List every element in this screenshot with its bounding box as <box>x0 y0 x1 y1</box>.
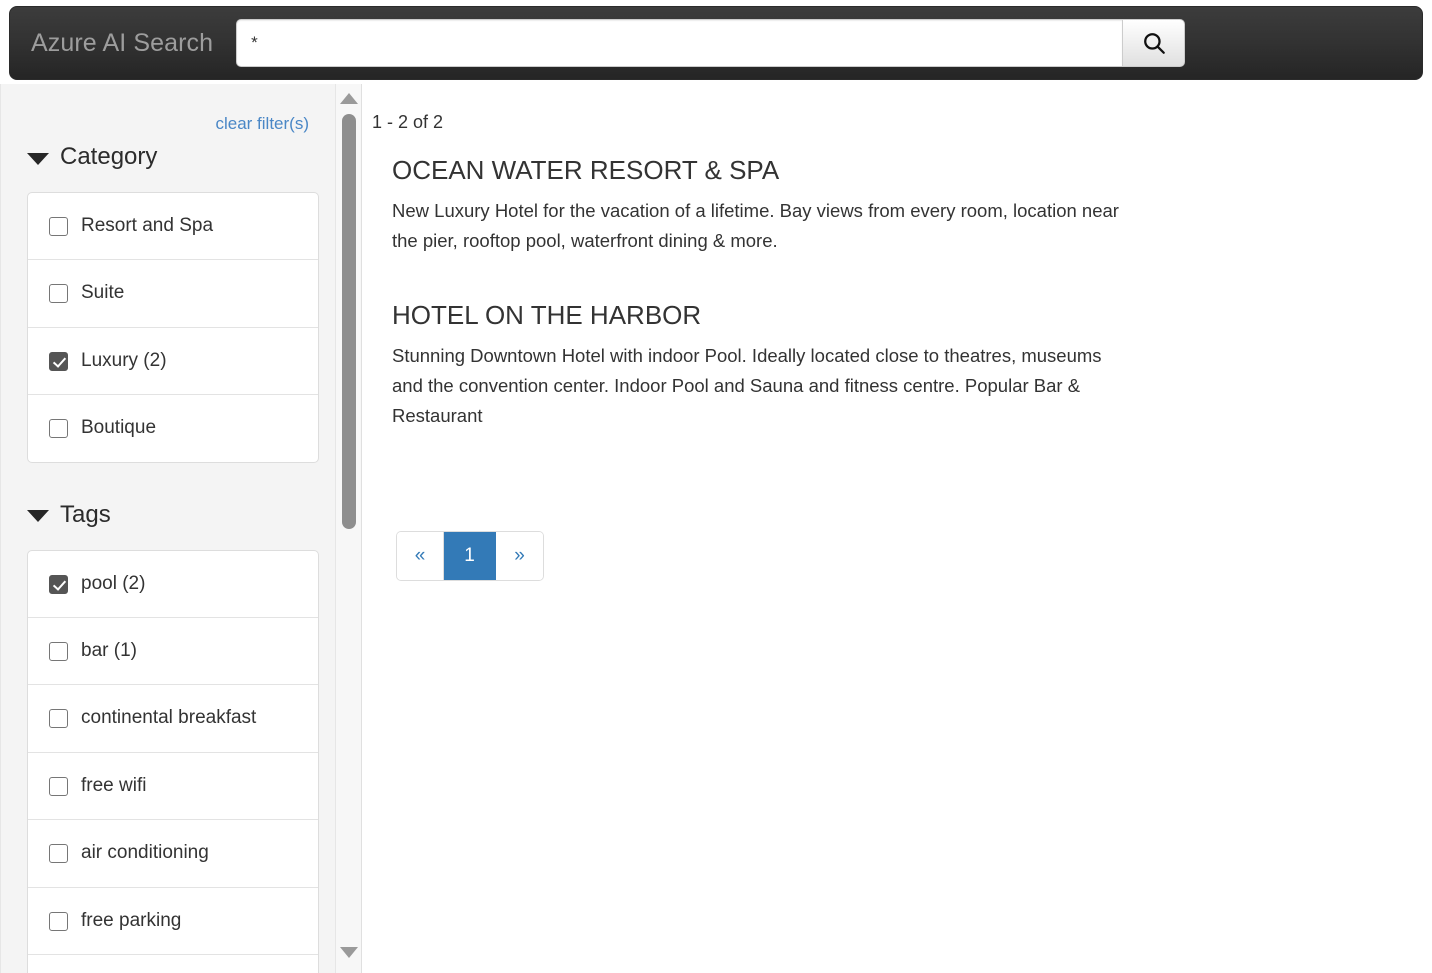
result-count: 1 - 2 of 2 <box>372 112 444 132</box>
caret-down-icon <box>27 152 49 165</box>
clear-filters-row: clear filter(s) <box>1 84 335 134</box>
caret-down-icon <box>27 510 49 523</box>
app-title: Azure AI Search <box>31 28 214 57</box>
facet-title-category: Category <box>60 143 158 170</box>
search-button[interactable] <box>1122 19 1186 67</box>
result-title: OCEAN WATER RESORT & SPA <box>392 155 780 185</box>
result-list: OCEAN WATER RESORT & SPA New Luxury Hote… <box>368 155 1432 582</box>
facet-header-category[interactable]: Category <box>1 134 335 171</box>
pagination-page-1[interactable]: 1 <box>444 532 496 581</box>
scrollbar-thumb[interactable] <box>341 114 356 529</box>
facet-label: Boutique <box>81 417 157 439</box>
facet-label: air conditioning <box>81 842 209 864</box>
facet-sidebar-inner: clear filter(s) Category Resort and Spa … <box>1 84 335 973</box>
result-item[interactable]: OCEAN WATER RESORT & SPA New Luxury Hote… <box>392 155 1132 256</box>
pagination-prev-button[interactable]: « <box>397 532 444 581</box>
facet-option-resort-and-spa[interactable]: Resort and Spa <box>28 193 318 259</box>
pagination: « 1 » <box>396 531 544 582</box>
facet-label: free parking <box>81 909 182 931</box>
clear-filters-link[interactable]: clear filter(s) <box>215 114 309 133</box>
checkbox-free-wifi[interactable] <box>49 776 68 796</box>
checkbox-bar[interactable] <box>49 641 68 661</box>
top-navbar: Azure AI Search <box>9 6 1423 80</box>
checkbox-pool[interactable] <box>49 574 68 594</box>
facet-option-24-hour-front-desk-service[interactable]: 24-hour front desk service (1) <box>28 953 318 973</box>
facet-label: pool (2) <box>81 572 146 594</box>
result-title: HOTEL ON THE HARBOR <box>392 300 702 331</box>
result-description: New Luxury Hotel for the vacation of a l… <box>392 200 1119 252</box>
facet-label: Suite <box>81 282 125 304</box>
facet-list-tags: pool (2) bar (1) continental breakfast f… <box>27 549 319 973</box>
facet-label: Resort and Spa <box>81 215 214 236</box>
checkbox-air-conditioning[interactable] <box>49 844 68 864</box>
facet-list-category: Resort and Spa Suite Luxury (2) Boutique <box>27 192 319 463</box>
facet-option-luxury[interactable]: Luxury (2) <box>28 326 318 394</box>
facet-option-free-wifi[interactable]: free wifi <box>28 751 318 819</box>
facet-sidebar: clear filter(s) Category Resort and Spa … <box>0 84 336 973</box>
checkbox-resort-and-spa[interactable] <box>49 217 68 236</box>
app-root: Azure AI Search clear filter(s) <box>0 0 1432 973</box>
facet-label: Luxury (2) <box>81 349 167 371</box>
search-input[interactable] <box>236 19 1123 67</box>
facet-option-pool[interactable]: pool (2) <box>28 551 318 617</box>
main-content: clear filter(s) Category Resort and Spa … <box>0 84 1432 973</box>
result-item[interactable]: HOTEL ON THE HARBOR Stunning Downtown Ho… <box>392 300 1132 431</box>
facet-label: continental breakfast <box>81 707 257 729</box>
facet-option-suite[interactable]: Suite <box>28 259 318 326</box>
result-description: Stunning Downtown Hotel with indoor Pool… <box>392 345 1102 427</box>
facet-header-tags[interactable]: Tags <box>1 492 335 529</box>
results-panel: 1 - 2 of 2 OCEAN WATER RESORT & SPA New … <box>362 84 1432 973</box>
checkbox-suite[interactable] <box>49 284 68 304</box>
checkbox-boutique[interactable] <box>49 419 68 439</box>
facet-option-boutique[interactable]: Boutique <box>28 394 318 461</box>
facet-label: bar (1) <box>81 639 137 661</box>
search-icon <box>1141 30 1167 56</box>
checkbox-continental-breakfast[interactable] <box>49 709 68 729</box>
facet-label: free wifi <box>81 774 147 796</box>
checkbox-luxury[interactable] <box>49 351 68 371</box>
triangle-up-icon[interactable] <box>339 93 358 104</box>
facet-option-bar[interactable]: bar (1) <box>28 616 318 684</box>
triangle-down-icon[interactable] <box>339 947 358 958</box>
facet-option-continental-breakfast[interactable]: continental breakfast <box>28 684 318 751</box>
facet-option-free-parking[interactable]: free parking <box>28 886 318 954</box>
facet-option-air-conditioning[interactable]: air conditioning <box>28 819 318 886</box>
checkbox-free-parking[interactable] <box>49 911 68 931</box>
pagination-next-button[interactable]: » <box>496 532 543 581</box>
search-bar <box>236 19 1186 67</box>
facet-title-tags: Tags <box>60 500 111 528</box>
sidebar-scrollbar[interactable] <box>336 84 362 973</box>
